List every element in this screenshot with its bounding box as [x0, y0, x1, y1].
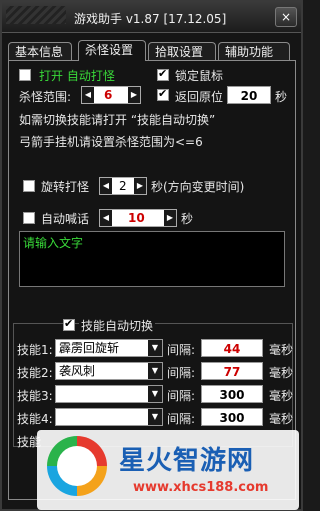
tab-assist-functions[interactable]: 辅助功能: [218, 42, 290, 60]
skill-4-select[interactable]: ▼: [55, 408, 163, 426]
return-origin-label: 返回原位: [175, 90, 224, 104]
chevron-down-icon[interactable]: ▼: [148, 340, 162, 356]
tab-basic-info[interactable]: 基本信息: [8, 42, 72, 60]
skill-4-label: 技能4:: [17, 412, 53, 426]
skill-3-interval-input[interactable]: 300: [201, 385, 263, 403]
kill-range-stepper[interactable]: ◀ 6 ▶: [81, 86, 141, 104]
skill-1-interval-input[interactable]: 44: [201, 339, 263, 357]
watermark-url: www.xhcs188.com: [133, 480, 269, 495]
brand-logo-icon: [47, 436, 107, 496]
switch-skill-hint: 如需切换技能请打开 “技能自动切换”: [19, 113, 216, 127]
tab-bar: 基本信息 杀怪设置 拾取设置 辅助功能: [8, 40, 296, 61]
skill-4-unit: 毫秒: [269, 412, 294, 426]
title-bar[interactable]: 游戏助手 v1.87 [17.12.05] ×: [2, 2, 301, 33]
shout-unit: 秒: [181, 212, 194, 226]
kill-range-label: 杀怪范围:: [19, 90, 72, 104]
skill-2-interval-label: 间隔:: [167, 366, 196, 380]
app-window: 游戏助手 v1.87 [17.12.05] × 基本信息 杀怪设置 拾取设置 辅…: [0, 0, 303, 511]
skill-4-interval-label: 间隔:: [167, 412, 196, 426]
increment-icon[interactable]: ▶: [164, 210, 176, 226]
kill-range-value: 6: [104, 88, 113, 102]
shout-interval-value: 10: [128, 211, 145, 225]
skill-2-select[interactable]: 袭风刺 ▼: [55, 362, 163, 380]
skill-1-value: 霹雳回旋斩: [59, 341, 120, 355]
skill-1-unit: 毫秒: [269, 343, 294, 357]
rotate-attack-checkbox[interactable]: [23, 180, 35, 192]
chevron-down-icon[interactable]: ▼: [148, 409, 162, 425]
chevron-down-icon[interactable]: ▼: [148, 363, 162, 379]
close-button[interactable]: ×: [275, 7, 297, 27]
skill-3-interval-label: 间隔:: [167, 389, 196, 403]
title-bar-pattern: [6, 6, 66, 24]
return-origin-checkbox[interactable]: [157, 87, 169, 101]
decrement-icon[interactable]: ◀: [100, 210, 112, 226]
lock-mouse-label: 锁定鼠标: [175, 69, 224, 83]
auto-attack-checkbox[interactable]: [19, 69, 31, 81]
auto-attack-label: 打开 自动打怪: [39, 69, 115, 83]
archer-hint: 弓箭手挂机请设置杀怪范围为<=6: [19, 135, 203, 149]
skill-3-unit: 毫秒: [269, 389, 294, 403]
skill-switch-label: 技能自动切换: [79, 317, 156, 334]
skill-3-label: 技能3:: [17, 389, 53, 403]
rotate-value: 2: [119, 179, 127, 193]
rotate-attack-label: 旋转打怪: [41, 180, 90, 194]
decrement-icon[interactable]: ◀: [82, 87, 94, 103]
watermark-brand: 星火智游网: [119, 446, 255, 476]
skill-3-select[interactable]: ▼: [55, 385, 163, 403]
window-title: 游戏助手 v1.87 [17.12.05]: [74, 12, 227, 26]
skill-1-interval-label: 间隔:: [167, 343, 196, 357]
skill-2-label: 技能2:: [17, 366, 53, 380]
skill-1-select[interactable]: 霹雳回旋斩 ▼: [55, 339, 163, 357]
rotate-suffix: 秒(方向变更时间): [151, 180, 245, 194]
skill-2-value: 袭风刺: [59, 364, 96, 378]
skill-switch-checkbox[interactable]: [63, 317, 75, 331]
rotate-stepper[interactable]: ◀ 2 ▶: [99, 177, 147, 195]
lock-mouse-checkbox[interactable]: [157, 67, 169, 81]
increment-icon[interactable]: ▶: [128, 87, 140, 103]
auto-shout-checkbox[interactable]: [23, 212, 35, 224]
seconds-unit: 秒: [275, 90, 288, 104]
site-watermark: 星火智游网 www.xhcs188.com: [37, 430, 299, 510]
decrement-icon[interactable]: ◀: [100, 178, 112, 194]
return-seconds-input[interactable]: 20: [227, 86, 271, 104]
shout-stepper[interactable]: ◀ 10 ▶: [99, 209, 177, 227]
skill-2-unit: 毫秒: [269, 366, 294, 380]
increment-icon[interactable]: ▶: [134, 178, 146, 194]
skill-4-interval-input[interactable]: 300: [201, 408, 263, 426]
auto-shout-label: 自动喊话: [41, 212, 90, 226]
skill-2-interval-input[interactable]: 77: [201, 362, 263, 380]
tab-kill-settings[interactable]: 杀怪设置: [78, 40, 146, 61]
tab-pickup-settings[interactable]: 拾取设置: [148, 42, 216, 60]
chevron-down-icon[interactable]: ▼: [148, 386, 162, 402]
shout-text-input[interactable]: 请输入文字: [19, 231, 285, 287]
skill-1-label: 技能1:: [17, 343, 53, 357]
